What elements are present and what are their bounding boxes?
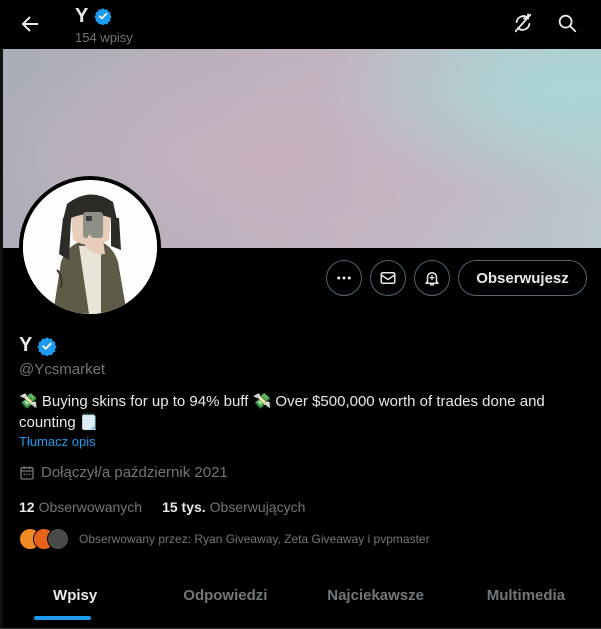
avatar-illustration [23,180,157,314]
back-arrow-icon[interactable] [18,12,42,36]
follow-stats: 12 Obserwowanych 15 tys. Obserwujących [19,499,305,515]
avatar [47,528,69,550]
followers-count: 15 tys. [162,499,206,515]
joined-date: Dołączył/a październik 2021 [19,464,228,481]
notepad-emoji: 🗒️ [79,413,99,431]
bio-text: Buying skins for up to 94% buff [37,393,253,410]
notifications-button[interactable] [414,260,450,296]
active-tab-indicator [34,616,91,620]
tab-label: Multimedia [486,587,566,604]
tab-media[interactable]: Multimedia [451,570,601,628]
message-icon [380,272,396,284]
translate-bio-link[interactable]: Tłumacz opis [19,434,96,449]
profile-bio: 💸 Buying skins for up to 94% buff 💸 Over… [19,391,579,433]
verified-badge-icon[interactable] [37,336,58,356]
money-emoji: 💸 [252,392,272,410]
profile-avatar-frame[interactable] [19,176,161,318]
more-options-button[interactable] [326,260,362,296]
display-name: Y [19,334,33,356]
joined-text: Dołączył/a październik 2021 [41,464,228,481]
money-emoji: 💸 [19,392,38,410]
profile-tabs: Wpisy Odpowiedzi Najciekawsze Multimedia [0,570,601,629]
followed-by-text: Obserwowany przez: Ryan Giveaway, Zeta G… [79,532,430,546]
tab-label: Wpisy [53,587,98,604]
search-icon[interactable] [556,12,578,34]
message-button[interactable] [370,260,406,296]
tab-label: Najciekawsze [327,587,424,604]
notification-bell-icon [425,272,439,286]
top-bar: Y 154 wpisy [0,0,601,48]
followers-link[interactable]: 15 tys. Obserwujących [162,499,305,515]
profile-handle: @Ycsmarket [19,361,106,378]
following-link[interactable]: 12 Obserwowanych [19,499,142,515]
followers-you-know-avatars [19,528,69,550]
refresh-icon[interactable] [512,12,534,34]
header-title: Y [75,5,89,27]
verified-badge-icon [94,8,113,25]
tab-replies[interactable]: Odpowiedzi [150,570,300,628]
calendar-icon [20,465,34,480]
tab-label: Odpowiedzi [183,587,268,604]
following-label: Obserwowanych [38,499,143,515]
more-icon [337,276,351,280]
followed-by-row[interactable]: Obserwowany przez: Ryan Giveaway, Zeta G… [19,528,430,550]
following-button[interactable]: Obserwujesz [458,260,587,296]
tab-highlights[interactable]: Najciekawsze [301,570,451,628]
header-title-block: Y 154 wpisy [75,4,133,45]
profile-name-row: Y [19,334,58,357]
post-count: 154 wpisy [75,30,133,45]
following-count: 12 [19,499,35,515]
avatar[interactable] [23,180,157,314]
followers-label: Obserwujących [209,499,306,515]
